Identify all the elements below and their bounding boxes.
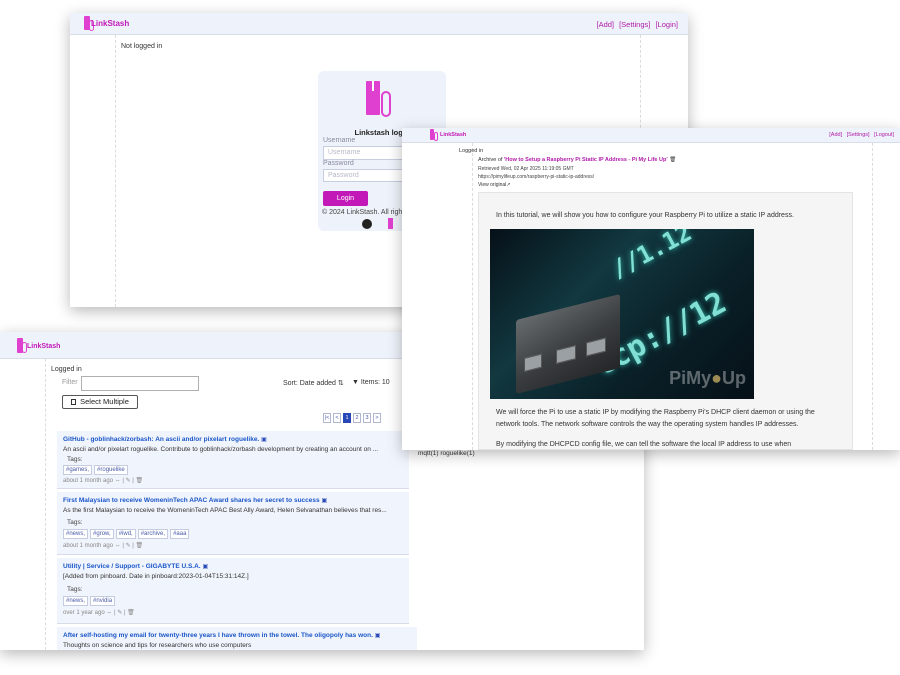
archive-heading: Archive of 'How to Setup a Raspberry Pi … — [478, 157, 677, 163]
nav-add-link[interactable]: [Add] — [829, 132, 842, 138]
item-description: Thoughts on science and tips for researc… — [63, 642, 252, 649]
list-item: GitHub - goblinhack/zorbash: An ascii an… — [57, 431, 409, 489]
list-status: Logged in — [51, 366, 82, 373]
tag-chip[interactable]: #iwd, — [115, 529, 136, 539]
password-label: Password — [323, 160, 354, 167]
login-status: Not logged in — [121, 43, 163, 50]
archive-icon[interactable]: ▣ — [375, 633, 381, 639]
sort-control[interactable]: Sort: Date added ⇅ — [283, 379, 344, 387]
pager-prev[interactable]: < — [333, 413, 341, 423]
archive-icon[interactable]: ▣ — [261, 437, 267, 443]
tag-chip[interactable]: #grow, — [90, 529, 114, 539]
image-text: //1.12 — [606, 229, 697, 284]
checkbox-icon — [71, 399, 77, 405]
view-original-link[interactable]: View original↗ — [478, 182, 510, 188]
tag-list: #games, #roguelike — [63, 465, 128, 475]
brand-name[interactable]: LinkStash — [27, 343, 60, 350]
username-label: Username — [323, 137, 356, 144]
nav-links: [Add] [Settings] [Login] — [593, 20, 678, 29]
nav-add-link[interactable]: [Add] — [596, 20, 614, 29]
item-meta[interactable]: over 1 year ago ⇔ | ✎ | 🗑 — [63, 609, 135, 616]
pagination: |< < 1 2 3 > — [323, 413, 381, 423]
nav-settings-link[interactable]: [Settings] — [619, 20, 650, 29]
archive-icon[interactable]: ▣ — [321, 498, 327, 504]
external-link-icon: ↗ — [506, 182, 511, 188]
image-watermark: PiMy●Up — [669, 368, 746, 388]
login-header: LinkStash [Add] [Settings] [Login] — [70, 13, 688, 35]
item-description: An ascii and/or pixelart roguelike. Cont… — [63, 446, 379, 453]
retrieved-date: Retrieved Wed, 02 Apr 2025 11:19:05 GMT — [478, 166, 574, 172]
linkstash-logo-icon[interactable] — [430, 129, 439, 142]
tag-chip[interactable]: #roguelike — [94, 465, 128, 475]
item-title-link[interactable]: First Malaysian to receive WomeninTech A… — [63, 497, 320, 504]
article-paragraph: network tools. The network software cont… — [496, 421, 799, 428]
article-paragraph: We will force the Pi to use a static IP … — [496, 409, 815, 416]
nav-links: [Add] [Settings] [Logout] — [826, 132, 894, 138]
select-multiple-label: Select Multiple — [80, 397, 129, 406]
items-per-page-select[interactable]: ▼ Items: 10 — [352, 379, 390, 386]
login-logo-icon — [366, 81, 396, 121]
brand-name[interactable]: LinkStash — [440, 132, 466, 138]
item-description: [Added from pinboard. Date in pinboard:2… — [63, 573, 249, 580]
pager-first[interactable]: |< — [323, 413, 331, 423]
tag-chip[interactable]: #games, — [63, 465, 93, 475]
archive-title-link[interactable]: 'How to Setup a Raspberry Pi Static IP A… — [504, 157, 668, 163]
brand-name[interactable]: LinkStash — [91, 19, 129, 28]
filter-label: Filter — [62, 379, 78, 386]
github-icon[interactable] — [362, 219, 372, 229]
tags-label: Tags: — [67, 586, 83, 593]
nav-settings-link[interactable]: [Settings] — [847, 132, 870, 138]
filter-input[interactable] — [81, 376, 199, 391]
archive-window: LinkStash [Add] [Settings] [Logout] Logg… — [402, 128, 900, 450]
pager-page-2[interactable]: 2 — [353, 413, 361, 423]
item-meta[interactable]: about 1 month ago ⇔ | ✎ | 🗑 — [63, 477, 143, 484]
list-item: After self-hosting my email for twenty-t… — [57, 627, 417, 650]
item-title-link[interactable]: GitHub - goblinhack/zorbash: An ascii an… — [63, 436, 259, 443]
original-url: https://pimylifeup.com/raspberry-pi-stat… — [478, 174, 595, 180]
tag-chip[interactable]: #nvidia — [90, 596, 116, 606]
pager-page-1[interactable]: 1 — [343, 413, 351, 423]
tag-chip[interactable]: #archive, — [137, 529, 169, 539]
item-description: As the first Malaysian to receive the Wo… — [63, 507, 387, 514]
list-item: Utility | Service / Support - GIGABYTE U… — [57, 558, 409, 624]
tag-chip[interactable]: #news, — [63, 596, 89, 606]
footer-copyright: © 2024 LinkStash. All righ — [322, 209, 403, 216]
login-button[interactable]: Login — [323, 191, 368, 206]
archive-icon[interactable]: ▣ — [202, 564, 208, 570]
tag-chip[interactable]: #news, — [63, 529, 89, 539]
tag-list: #news, #grow, #iwd, #archive, #aaa — [63, 529, 190, 539]
tags-label: Tags: — [67, 519, 83, 526]
nav-logout-link[interactable]: [Logout] — [874, 132, 894, 138]
footer-logo-icon[interactable] — [388, 218, 393, 229]
pager-page-3[interactable]: 3 — [363, 413, 371, 423]
pager-next[interactable]: > — [373, 413, 381, 423]
tags-label: Tags: — [67, 456, 83, 463]
archive-header: LinkStash [Add] [Settings] [Logout] — [402, 128, 900, 143]
delete-icon[interactable]: 🗑 — [669, 157, 676, 163]
raspberry-pi-image: //1.12 tcp://12 PiMy●Up — [490, 229, 754, 399]
archived-content: In this tutorial, we will show you how t… — [478, 192, 853, 450]
item-title-link[interactable]: After self-hosting my email for twenty-t… — [63, 632, 373, 639]
tag-cloud[interactable]: mqtt(1) roguelike(1) — [418, 450, 475, 457]
nav-login-link[interactable]: [Login] — [655, 20, 678, 29]
select-multiple-button[interactable]: Select Multiple — [62, 395, 138, 409]
tag-chip[interactable]: #aaa — [170, 529, 190, 539]
tag-list: #news, #nvidia — [63, 596, 116, 606]
archive-status: Logged in — [459, 148, 484, 154]
list-item: First Malaysian to receive WomeninTech A… — [57, 492, 409, 555]
item-meta[interactable]: about 1 month ago ⇔ | ✎ | 🗑 — [63, 542, 143, 549]
article-paragraph: By modifying the DHCPCD config file, we … — [496, 441, 792, 448]
item-title-link[interactable]: Utility | Service / Support - GIGABYTE U… — [63, 563, 201, 570]
article-paragraph: In this tutorial, we will show you how t… — [496, 212, 794, 219]
